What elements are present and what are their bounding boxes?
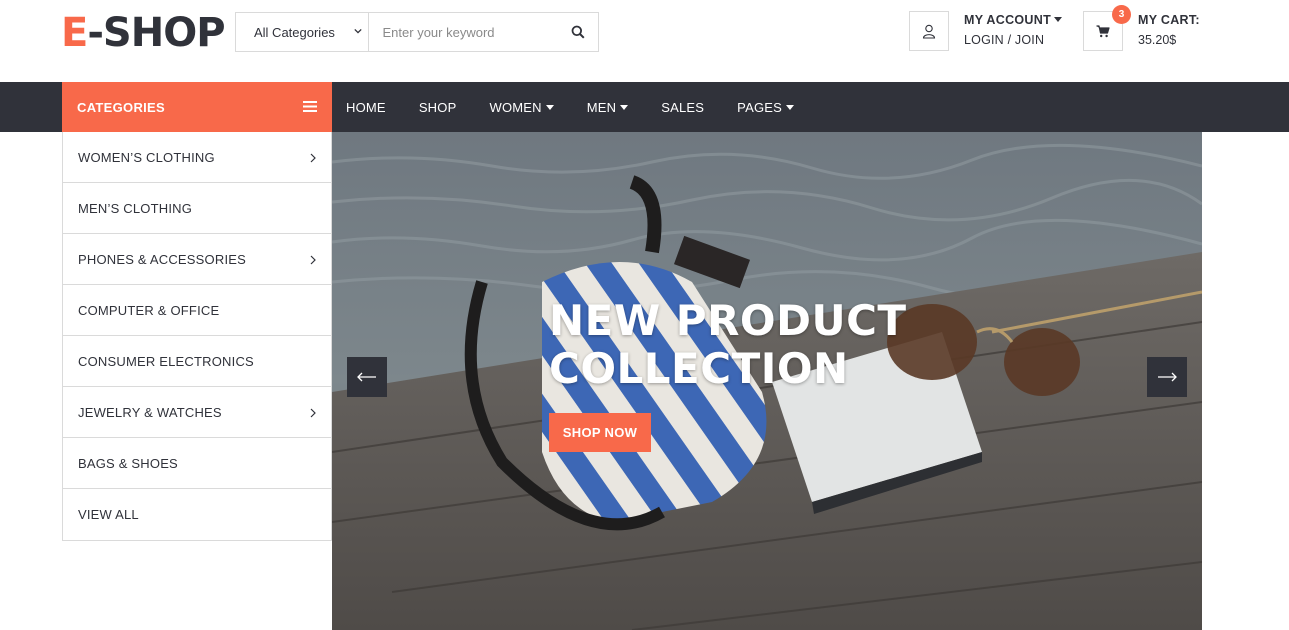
slider-prev-button[interactable] [347, 357, 387, 397]
login-join-link[interactable]: LOGIN / JOIN [964, 33, 1044, 47]
cart-total: 35.20$ [1138, 33, 1177, 47]
category-item-label: PHONES & ACCESSORIES [78, 251, 246, 267]
cart-icon [1096, 24, 1110, 37]
chevron-right-icon [310, 255, 316, 265]
search-icon [571, 25, 585, 39]
category-select-value: All Categories [254, 24, 335, 40]
category-item-womens-clothing[interactable]: WOMEN’S CLOTHING [63, 132, 331, 183]
arrow-right-icon [1158, 372, 1177, 382]
shop-now-button[interactable]: SHOP NOW [549, 413, 651, 452]
account-title-label: MY ACCOUNT [964, 13, 1052, 27]
category-select[interactable]: All Categories [236, 13, 369, 51]
hero-slider: NEW PRODUCT COLLECTION SHOP NOW [332, 132, 1202, 630]
category-item-phones-accessories[interactable]: PHONES & ACCESSORIES [63, 234, 331, 285]
category-item-mens-clothing[interactable]: MEN’S CLOTHING [63, 183, 331, 234]
caret-down-icon [545, 104, 554, 110]
nav-sales[interactable]: SALES [647, 82, 718, 132]
account-button[interactable] [909, 11, 949, 51]
category-item-view-all[interactable]: VIEW ALL [63, 489, 331, 540]
category-list: WOMEN’S CLOTHING MEN’S CLOTHING PHONES &… [62, 132, 332, 541]
cart-title[interactable]: MY CART: [1138, 13, 1200, 27]
cart-count-badge: 3 [1112, 5, 1131, 24]
nav-label: WOMEN [489, 99, 542, 115]
chevron-right-icon [310, 153, 316, 163]
nav-women[interactable]: WOMEN [475, 82, 567, 132]
logo-accent: E [61, 10, 88, 56]
chevron-right-icon [310, 408, 316, 418]
category-item-label: CONSUMER ELECTRONICS [78, 353, 254, 369]
arrow-left-icon [357, 372, 376, 382]
main-nav: HOME SHOP WOMEN MEN SALES PAGES [332, 82, 813, 132]
nav-home[interactable]: HOME [332, 82, 400, 132]
category-item-computer-office[interactable]: COMPUTER & OFFICE [63, 285, 331, 336]
nav-shop[interactable]: SHOP [405, 82, 471, 132]
category-item-bags-shoes[interactable]: BAGS & SHOES [63, 438, 331, 489]
category-item-label: BAGS & SHOES [78, 455, 178, 471]
caret-down-icon [620, 104, 629, 110]
nav-label: SALES [661, 99, 705, 115]
chevron-down-icon [353, 28, 362, 34]
nav-label: SHOP [418, 99, 457, 115]
nav-men[interactable]: MEN [573, 82, 643, 132]
cart-button[interactable]: 3 [1083, 5, 1131, 51]
category-item-label: COMPUTER & OFFICE [78, 302, 220, 318]
user-icon [922, 24, 936, 39]
category-item-label: JEWELRY & WATCHES [78, 404, 222, 420]
search-bar: All Categories [235, 12, 599, 52]
category-item-label: WOMEN’S CLOTHING [78, 149, 215, 165]
hero-title-line: NEW PRODUCT [549, 296, 907, 345]
search-input[interactable] [368, 13, 559, 51]
caret-down-icon [1054, 17, 1063, 22]
category-item-consumer-electronics[interactable]: CONSUMER ELECTRONICS [63, 336, 331, 387]
categories-toggle[interactable]: CATEGORIES [62, 82, 332, 132]
category-item-label: MEN’S CLOTHING [78, 200, 193, 216]
nav-label: HOME [346, 99, 386, 115]
nav-label: MEN [586, 99, 617, 115]
slider-next-button[interactable] [1147, 357, 1187, 397]
category-item-label: VIEW ALL [78, 507, 139, 522]
nav-label: PAGES [737, 99, 783, 115]
caret-down-icon [786, 104, 795, 110]
categories-heading: CATEGORIES [77, 99, 165, 115]
search-button[interactable] [559, 13, 598, 51]
nav-pages[interactable]: PAGES [723, 82, 808, 132]
account-title[interactable]: MY ACCOUNT [964, 13, 1063, 27]
category-item-jewelry-watches[interactable]: JEWELRY & WATCHES [63, 387, 331, 438]
site-logo[interactable]: E-SHOP [61, 10, 226, 56]
hero-title: NEW PRODUCT COLLECTION [549, 297, 907, 393]
logo-text: -SHOP [87, 10, 225, 56]
hero-title-line: COLLECTION [549, 344, 849, 393]
hamburger-icon [303, 101, 317, 112]
site-header: E-SHOP All Categories MY ACCOUNT LOGIN /… [0, 0, 1289, 82]
